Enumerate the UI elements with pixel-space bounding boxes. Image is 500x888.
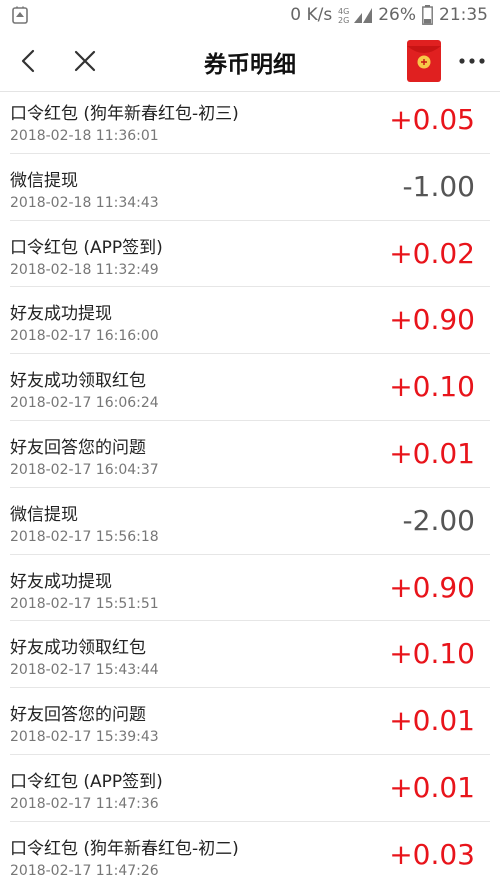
record-title: 口令红包 (APP签到) [10, 237, 163, 258]
record-amount: +0.05 [389, 103, 475, 136]
record-title: 口令红包 (狗年新春红包-初二) [10, 838, 239, 859]
network-speed: 0 K/s [290, 5, 333, 25]
record-amount: +0.01 [389, 436, 475, 470]
list-item[interactable]: 好友成功领取红包 2018-02-17 16:06:24 +0.10 [10, 354, 490, 421]
list-item[interactable]: 口令红包 (狗年新春红包-初三) 2018-02-18 11:36:01 +0.… [10, 92, 490, 154]
record-amount: +0.03 [389, 837, 475, 871]
record-amount: -1.00 [402, 169, 475, 203]
status-bar: 0 K/s 4G 2G 26% 21:35 [0, 0, 500, 30]
records-list[interactable]: 口令红包 (狗年新春红包-初三) 2018-02-18 11:36:01 +0.… [0, 92, 500, 888]
red-envelope-button[interactable] [405, 38, 443, 84]
list-item[interactable]: 微信提现 2018-02-18 11:34:43 -1.00 [10, 154, 490, 221]
record-time: 2018-02-17 16:04:37 [10, 461, 159, 478]
record-time: 2018-02-17 16:06:24 [10, 395, 159, 412]
list-item[interactable]: 好友成功提现 2018-02-17 15:51:51 +0.90 [10, 555, 490, 622]
record-time: 2018-02-17 15:51:51 [10, 595, 159, 612]
record-amount: +0.10 [389, 637, 475, 671]
record-time: 2018-02-17 15:39:43 [10, 729, 159, 746]
svg-text:2G: 2G [338, 16, 349, 24]
record-time: 2018-02-17 15:43:44 [10, 662, 159, 679]
record-title: 微信提现 [10, 504, 78, 525]
record-time: 2018-02-17 15:56:18 [10, 528, 159, 545]
record-amount: +0.01 [389, 770, 475, 804]
record-time: 2018-02-17 11:47:36 [10, 795, 159, 812]
battery-icon [422, 5, 433, 25]
record-time: 2018-02-18 11:36:01 [10, 128, 159, 144]
record-title: 口令红包 (APP签到) [10, 771, 163, 792]
record-title: 口令红包 (狗年新春红包-初三) [10, 104, 239, 124]
record-title: 好友成功提现 [10, 304, 112, 325]
list-item[interactable]: 好友回答您的问题 2018-02-17 15:39:43 +0.01 [10, 688, 490, 755]
record-title: 好友回答您的问题 [10, 705, 146, 726]
battery-level: 26% [378, 5, 416, 25]
record-title: 好友成功领取红包 [10, 371, 146, 392]
svg-text:4G: 4G [338, 7, 349, 16]
record-title: 微信提现 [10, 170, 78, 191]
record-time: 2018-02-17 11:47:26 [10, 862, 159, 879]
record-title: 好友回答您的问题 [10, 437, 146, 458]
record-amount: +0.90 [389, 570, 475, 604]
clock: 21:35 [439, 5, 488, 25]
notification-icon [12, 6, 28, 24]
record-amount: +0.90 [389, 303, 475, 337]
list-item[interactable]: 好友回答您的问题 2018-02-17 16:04:37 +0.01 [10, 421, 490, 488]
record-amount: +0.01 [389, 704, 475, 738]
title-bar: 券币明细 [0, 30, 500, 92]
record-time: 2018-02-18 11:34:43 [10, 194, 159, 211]
more-button[interactable] [456, 52, 488, 70]
record-title: 好友成功提现 [10, 571, 112, 592]
more-dots-icon [459, 58, 485, 64]
record-amount: +0.02 [389, 236, 475, 270]
signal-icon: 4G 2G [338, 7, 373, 24]
list-item[interactable]: 好友成功提现 2018-02-17 16:16:00 +0.90 [10, 287, 490, 355]
record-time: 2018-02-17 16:16:00 [10, 328, 159, 345]
record-time: 2018-02-18 11:32:49 [10, 261, 159, 278]
list-item[interactable]: 口令红包 (APP签到) 2018-02-17 11:47:36 +0.01 [10, 755, 490, 822]
list-item[interactable]: 口令红包 (狗年新春红包-初二) 2018-02-17 11:47:26 +0.… [10, 822, 490, 888]
record-amount: +0.10 [389, 370, 475, 404]
list-item[interactable]: 口令红包 (APP签到) 2018-02-18 11:32:49 +0.02 [10, 221, 490, 288]
list-item[interactable]: 好友成功领取红包 2018-02-17 15:43:44 +0.10 [10, 621, 490, 689]
list-item[interactable]: 微信提现 2018-02-17 15:56:18 -2.00 [10, 488, 490, 555]
record-amount: -2.00 [402, 503, 475, 537]
record-title: 好友成功领取红包 [10, 638, 146, 659]
